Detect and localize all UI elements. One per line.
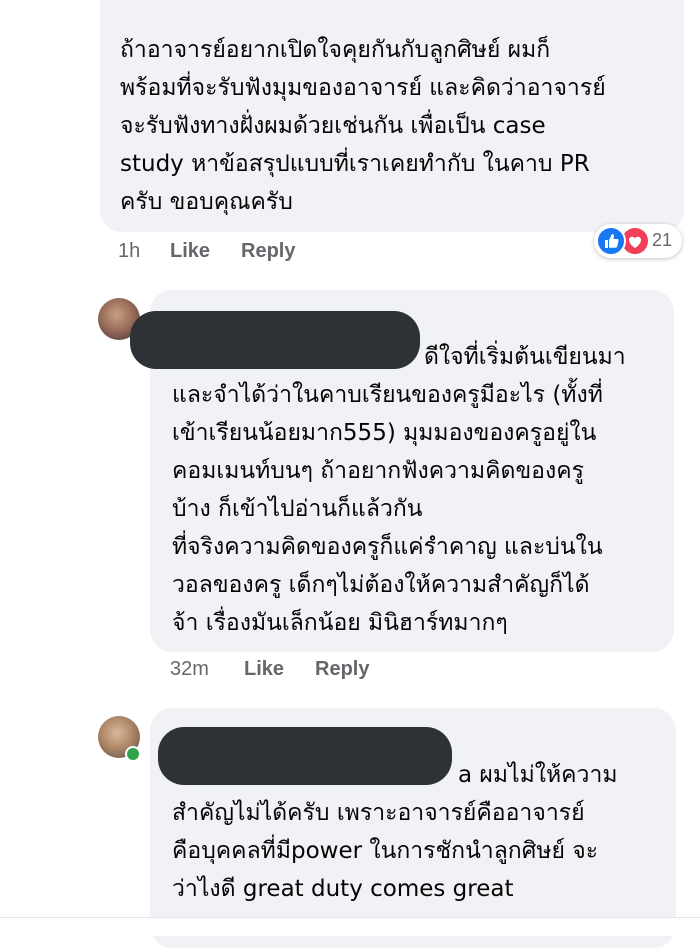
reaction-summary[interactable]: 21 [594, 224, 682, 258]
redacted-author-name [158, 727, 452, 785]
comment-line: study หาข้อสรุปแบบที่เราเคยทำกับ ในคาบ P… [120, 151, 590, 177]
comment-line: คือบุคคลที่มีpower ในการชักนำลูกศิษย์ จะ [172, 838, 599, 864]
reply-button[interactable]: Reply [241, 240, 295, 263]
comment-line: ครับ ขอบคุณครับ [120, 189, 293, 215]
reply-button[interactable]: Reply [315, 658, 369, 681]
comment-line: ถ้าอาจารย์อยากเปิดใจคุยกันกับลูกศิษย์ ผม… [120, 37, 551, 63]
comment-line: สำคัญไม่ได้ครับ เพราะอาจารย์คืออาจารย์ [172, 800, 585, 826]
comment-line: เข้าเรียนน้อยมาก555) มุมมองของครูอยู่ใน [172, 420, 597, 446]
comment-bubble-1: ถ้าอาจารย์อยากเปิดใจคุยกันกับลูกศิษย์ ผม… [100, 0, 684, 232]
bottom-divider [0, 917, 700, 936]
comment-line: จ้า เรื่องมันเล็กน้อย มินิฮาร์ทมากๆ [172, 610, 508, 636]
like-reaction-icon [596, 226, 626, 256]
comment-text-1: ถ้าอาจารย์อยากเปิดใจคุยกันกับลูกศิษย์ ผม… [120, 31, 606, 221]
comment-timestamp[interactable]: 32m [170, 658, 209, 681]
comment-line: ที่จริงความคิดของครูก็แค่รำคาญ และบ่นใน [172, 534, 603, 560]
comment-line: จะรับฟังทางฝั่งผมด้วยเช่นกัน เพื่อเป็น c… [120, 113, 546, 139]
like-button[interactable]: Like [170, 240, 210, 263]
comment-line: วอลของครู เด็กๆไม่ต้องให้ความสำคัญก็ได้ [172, 572, 590, 598]
comment-timestamp[interactable]: 1h [118, 240, 140, 263]
comment-line: ว่าไงดี great duty comes great [172, 876, 514, 902]
comment-line: พร้อมที่จะรับฟังมุมของอาจารย์ และคิดว่าอ… [120, 75, 606, 101]
reaction-count: 21 [652, 230, 673, 250]
like-button[interactable]: Like [244, 658, 284, 681]
comment-line: คอมเมนท์บนๆ ถ้าอยากฟังความคิดของครู [172, 458, 584, 484]
redacted-author-name [130, 311, 420, 369]
comment-line: และจำได้ว่าในคาบเรียนของครูมีอะไร (ทั้งท… [172, 382, 603, 408]
comment-line: บ้าง ก็เข้าไปอ่านก็แล้วกัน [172, 496, 423, 522]
comment-text-2: ดีใจที่เริ่มต้นเขียนมา และจำได้ว่าในคาบเ… [172, 338, 626, 642]
online-status-icon [125, 746, 141, 762]
